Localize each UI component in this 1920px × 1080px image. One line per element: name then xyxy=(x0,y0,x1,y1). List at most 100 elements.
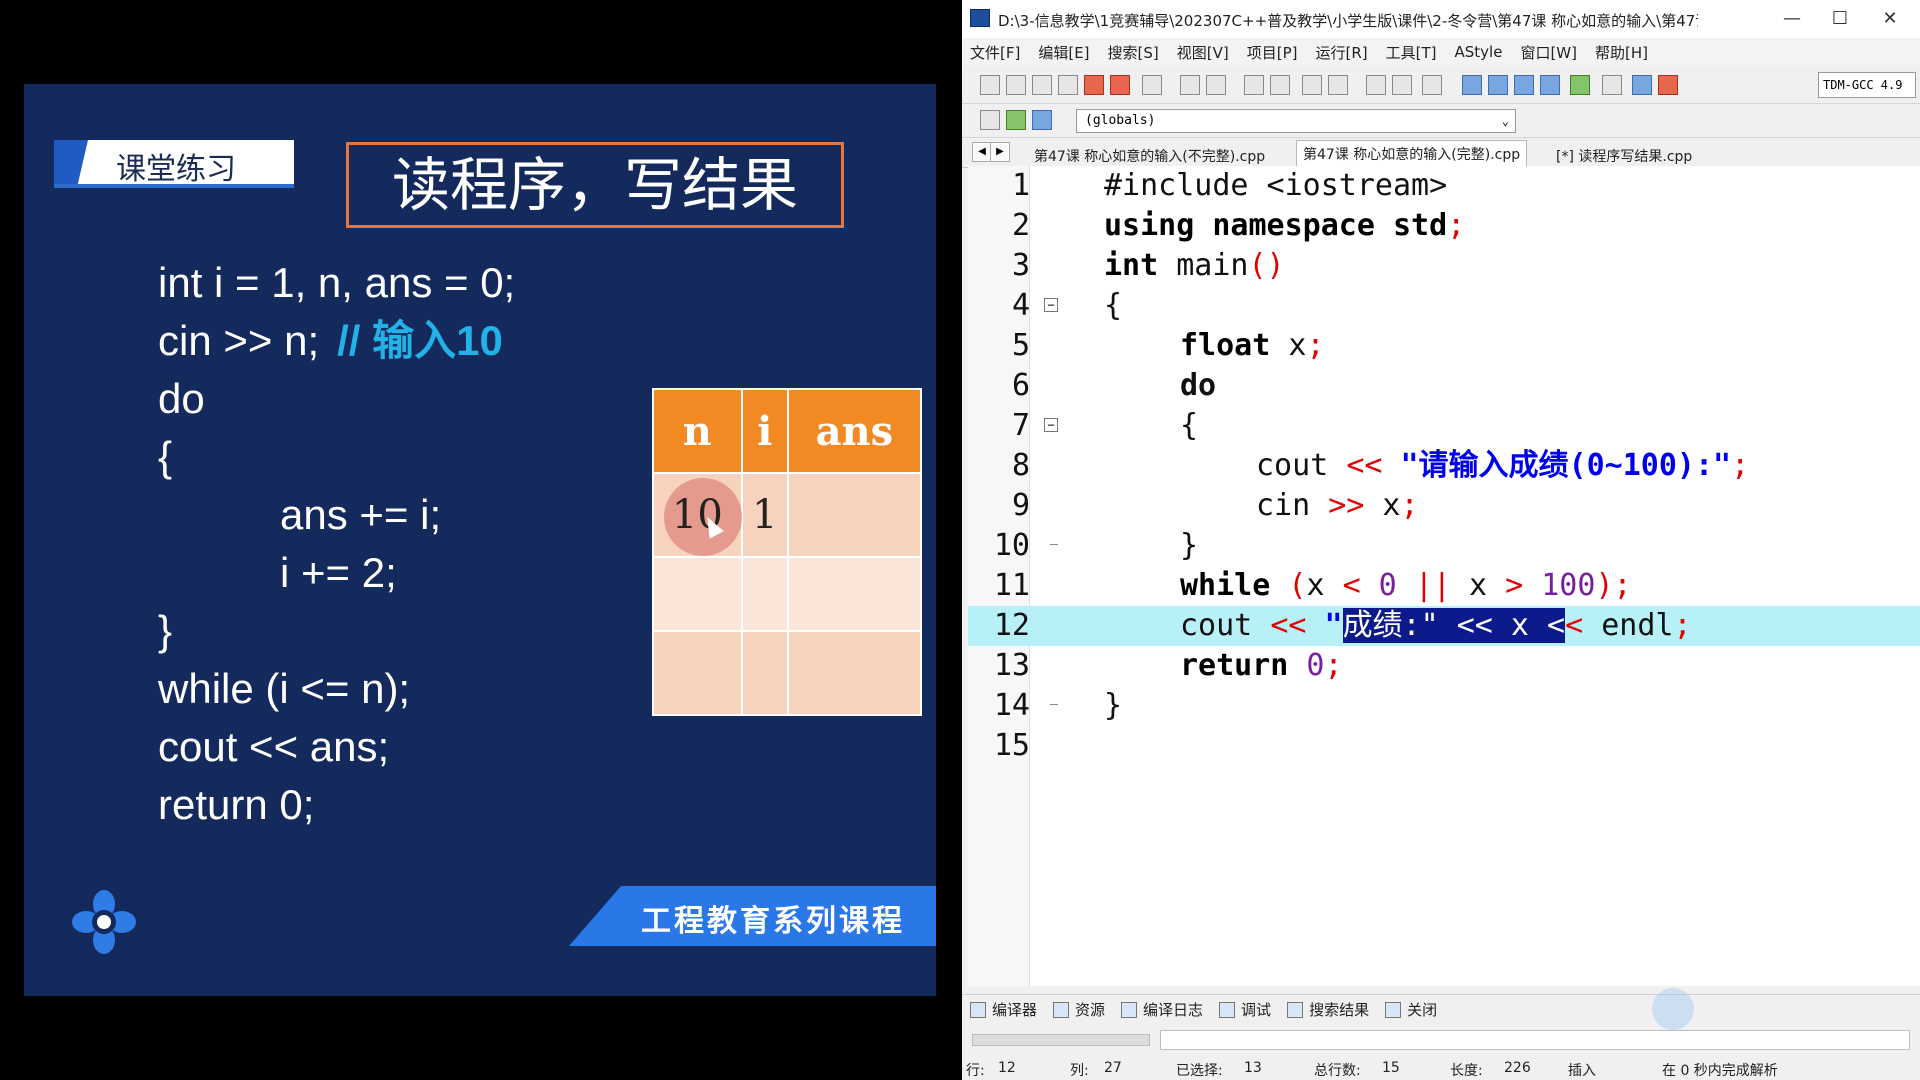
code-line[interactable]: 13 return 0; xyxy=(968,646,1920,686)
replace-icon[interactable] xyxy=(1270,75,1290,95)
tab-close[interactable]: 关闭 xyxy=(1385,999,1437,1020)
menu-edit[interactable]: 编辑[E] xyxy=(1038,42,1089,63)
class-browser-icon[interactable] xyxy=(980,110,1000,130)
tab-incomplete[interactable]: 第47课 称心如意的输入(不完整).cpp xyxy=(1028,143,1271,168)
redo-icon[interactable] xyxy=(1206,75,1226,95)
code-line[interactable]: 1 #include <iostream> xyxy=(968,166,1920,206)
trace-cell[interactable] xyxy=(740,629,789,717)
window-titlebar[interactable]: D:\3-信息教学\1竞赛辅导\202307C++普及教学\小学生版\课件\2-… xyxy=(962,0,1920,38)
bottom-panel-tabs: 编译器 资源 编译日志 调试 搜索结果 关闭 xyxy=(962,994,1920,1024)
line-text: int main() xyxy=(1104,248,1285,283)
progress-bar xyxy=(972,1034,1150,1046)
save-icon[interactable] xyxy=(1032,75,1052,95)
tab-search-results[interactable]: 搜索结果 xyxy=(1287,999,1369,1020)
code-line[interactable]: 2 using namespace std; xyxy=(968,206,1920,246)
code-line-current[interactable]: 12 cout << "成绩:" << x << endl; xyxy=(968,606,1920,646)
line-number: 6 xyxy=(1011,368,1030,403)
line-text: cout << "成绩:" << x << endl; xyxy=(1180,608,1692,643)
tab-debug[interactable]: 调试 xyxy=(1219,999,1271,1020)
code-line[interactable]: 11 while (x < 0 || x > 100); xyxy=(968,566,1920,606)
menu-window[interactable]: 窗口[W] xyxy=(1520,42,1577,63)
insert-icon[interactable] xyxy=(1032,110,1052,130)
tab-complete[interactable]: 第47课 称心如意的输入(完整).cpp xyxy=(1296,140,1528,168)
menu-astyle[interactable]: AStyle xyxy=(1455,43,1503,61)
trace-cell[interactable] xyxy=(786,556,923,632)
stop-icon[interactable] xyxy=(1602,75,1622,95)
line-number: 8 xyxy=(1011,448,1030,483)
back-icon[interactable] xyxy=(1366,75,1386,95)
trace-cell[interactable] xyxy=(652,629,743,717)
scope-select[interactable]: (globals) ⌄ xyxy=(1076,109,1516,133)
minimize-button[interactable]: — xyxy=(1768,4,1816,34)
code-editor[interactable]: 1 #include <iostream> 2 using namespace st… xyxy=(968,166,1920,986)
tab-compile-log[interactable]: 编译日志 xyxy=(1121,999,1203,1020)
line-text: do xyxy=(1180,368,1217,403)
menu-run[interactable]: 运行[R] xyxy=(1315,42,1367,63)
menu-help[interactable]: 帮助[H] xyxy=(1595,42,1648,63)
tab-read-program[interactable]: [*] 读程序写结果.cpp xyxy=(1550,143,1698,168)
goto-icon[interactable] xyxy=(1006,110,1026,130)
slide-code-comment: // 输入10 xyxy=(337,317,503,364)
bookmark-icon[interactable] xyxy=(1422,75,1442,95)
editor-tabs: ◀ ▶ 第47课 称心如意的输入(不完整).cpp 第47课 称心如意的输入(完… xyxy=(962,138,1920,168)
forward-icon[interactable] xyxy=(1392,75,1412,95)
code-line[interactable]: 3 int main() xyxy=(968,246,1920,286)
menu-search[interactable]: 搜索[S] xyxy=(1108,42,1159,63)
code-line[interactable]: 8 cout << "请输入成绩(0~100):"; xyxy=(968,446,1920,486)
compiler-select[interactable]: TDM-GCC 4.9 xyxy=(1818,72,1916,98)
undo-icon[interactable] xyxy=(1180,75,1200,95)
fold-collapse-icon[interactable]: − xyxy=(1044,298,1058,312)
menu-project[interactable]: 项目[P] xyxy=(1247,42,1298,63)
menu-view[interactable]: 视图[V] xyxy=(1177,42,1229,63)
slide-code-line: do xyxy=(158,375,205,422)
code-line[interactable]: 7− { xyxy=(968,406,1920,446)
trace-cell[interactable] xyxy=(786,629,923,717)
screen: 课堂练习 读程序，写结果 int i = 1, n, ans = 0; cin … xyxy=(0,0,1920,1080)
tab-scroll-left-icon[interactable]: ◀ xyxy=(972,142,992,162)
window-icon[interactable] xyxy=(1488,75,1508,95)
debug-icon[interactable] xyxy=(1658,75,1678,95)
menu-file[interactable]: 文件[F] xyxy=(970,42,1020,63)
close-file-icon[interactable] xyxy=(1084,75,1104,95)
code-line[interactable]: 14} xyxy=(968,686,1920,726)
print-icon[interactable] xyxy=(1142,75,1162,95)
layout-icon[interactable] xyxy=(1462,75,1482,95)
indent-icon[interactable] xyxy=(1302,75,1322,95)
grid-icon[interactable] xyxy=(1514,75,1534,95)
open-file-icon[interactable] xyxy=(1006,75,1026,95)
menu-bar: 文件[F] 编辑[E] 搜索[S] 视图[V] 项目[P] 运行[R] 工具[T… xyxy=(962,38,1920,66)
trace-cell[interactable]: 1 xyxy=(740,472,789,559)
resources-icon xyxy=(1053,1001,1070,1018)
tag-accent xyxy=(54,140,88,184)
tile-icon[interactable] xyxy=(1540,75,1560,95)
check-icon[interactable] xyxy=(1570,75,1590,95)
tab-scroll-right-icon[interactable]: ▶ xyxy=(990,142,1010,162)
code-line[interactable]: 15 xyxy=(968,726,1920,766)
close-button[interactable]: ✕ xyxy=(1866,4,1914,34)
code-line[interactable]: 6 do xyxy=(968,366,1920,406)
line-number: 4 xyxy=(1011,288,1030,323)
trace-cell[interactable] xyxy=(652,556,743,632)
trace-table-row xyxy=(652,629,923,717)
chart-icon[interactable] xyxy=(1632,75,1652,95)
fold-collapse-icon[interactable]: − xyxy=(1044,418,1058,432)
menu-tools[interactable]: 工具[T] xyxy=(1386,42,1437,63)
tab-compiler[interactable]: 编译器 xyxy=(970,999,1037,1020)
find-icon[interactable] xyxy=(1244,75,1264,95)
unindent-icon[interactable] xyxy=(1328,75,1348,95)
save-all-icon[interactable] xyxy=(1058,75,1078,95)
trace-table-row xyxy=(652,556,923,632)
code-line[interactable]: 9 cin >> x; xyxy=(968,486,1920,526)
code-line[interactable]: 10} xyxy=(968,526,1920,566)
code-line[interactable]: 5 float x; xyxy=(968,326,1920,366)
trace-cell[interactable]: 10 xyxy=(652,472,743,559)
tab-resources[interactable]: 资源 xyxy=(1053,999,1105,1020)
slide-code-line: cin >> n; // 输入10 xyxy=(158,312,515,370)
recording-watermark xyxy=(1652,988,1694,1030)
trace-cell[interactable] xyxy=(740,556,789,632)
close-all-icon[interactable] xyxy=(1110,75,1130,95)
code-line[interactable]: 4− { xyxy=(968,286,1920,326)
new-file-icon[interactable] xyxy=(980,75,1000,95)
maximize-button[interactable]: ☐ xyxy=(1816,4,1864,34)
trace-cell[interactable] xyxy=(786,472,923,559)
